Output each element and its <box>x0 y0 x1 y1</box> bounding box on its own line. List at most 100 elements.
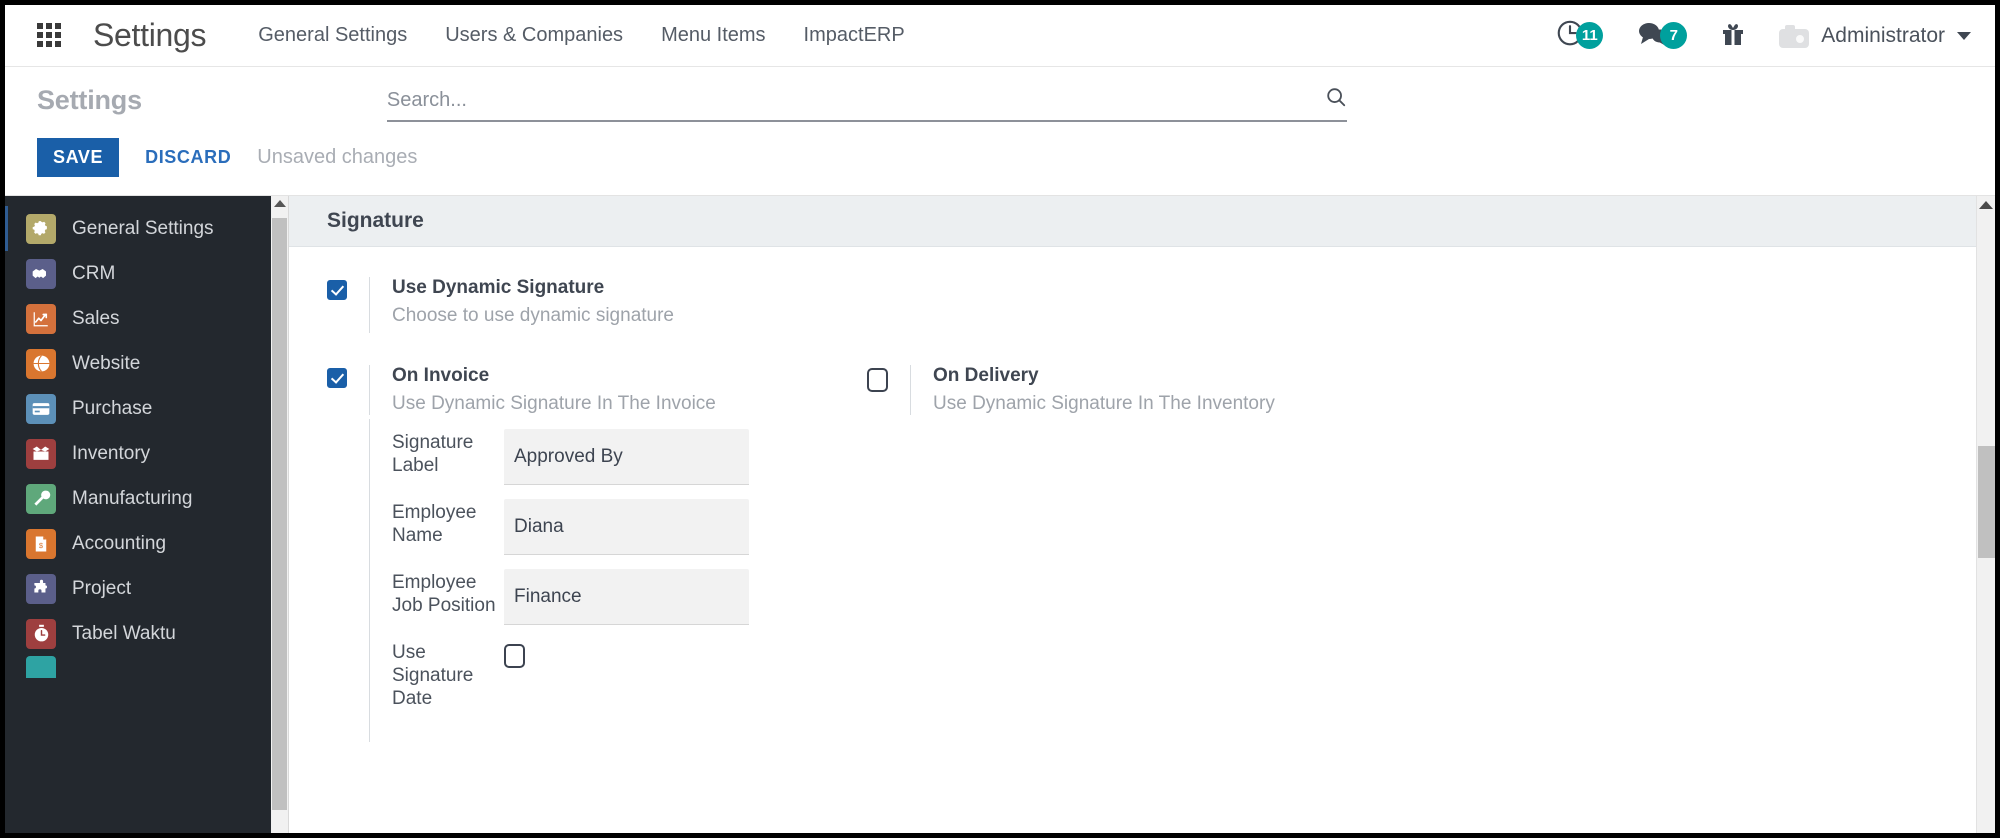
gift-menu[interactable] <box>1721 21 1745 51</box>
employee-job-position-input[interactable] <box>504 569 749 625</box>
sidebar-item-label: Tabel Waktu <box>72 622 176 644</box>
page-body: General Settings CRM Sales Website Purch… <box>5 196 1995 833</box>
sidebar-item-inventory[interactable]: Inventory <box>5 431 288 476</box>
on-invoice-text: On Invoice Use Dynamic Signature In The … <box>369 365 716 415</box>
control-panel-actions: SAVE DISCARD Unsaved changes <box>37 122 1971 195</box>
unsaved-changes-status: Unsaved changes <box>257 146 418 168</box>
sidebar-scroll-thumb[interactable] <box>272 218 287 810</box>
on-delivery-text: On Delivery Use Dynamic Signature In The… <box>910 365 1275 415</box>
setting-on-invoice: On Invoice Use Dynamic Signature In The … <box>327 365 716 415</box>
navbar-menu: General Settings Users & Companies Menu … <box>258 24 904 47</box>
signature-label-input[interactable] <box>504 429 749 485</box>
scroll-up-arrow-icon[interactable] <box>1979 201 1993 209</box>
app-brand-title: Settings <box>93 17 207 53</box>
field-label: Use Signature Date <box>392 642 474 709</box>
use-signature-date-checkbox[interactable] <box>504 644 525 668</box>
setting-title: Use Dynamic Signature <box>392 277 605 298</box>
search-icon[interactable] <box>1325 86 1347 114</box>
sidebar-scrollbar[interactable] <box>271 196 288 833</box>
chevron-down-icon <box>1957 31 1971 40</box>
invoice-icon: $ <box>26 528 56 559</box>
sidebar-item-manufacturing[interactable]: Manufacturing <box>5 476 288 521</box>
field-employee-name: Employee Name <box>392 499 1957 555</box>
sidebar-item-label: General Settings <box>72 217 214 239</box>
use-dynamic-signature-col: Use Dynamic Signature Choose to use dyna… <box>327 277 674 333</box>
credit-card-icon <box>26 393 56 424</box>
line-chart-icon <box>26 303 56 334</box>
settings-content-pane: Signature Use Dynamic Signature Choose t… <box>288 196 1995 833</box>
on-invoice-checkbox[interactable] <box>327 368 347 388</box>
sidebar-item-crm[interactable]: CRM <box>5 251 288 296</box>
user-menu[interactable]: Administrator <box>1779 24 1971 48</box>
on-delivery-checkbox[interactable] <box>867 368 888 392</box>
nav-link-users-companies[interactable]: Users & Companies <box>445 24 623 47</box>
user-name-label: Administrator <box>1821 23 1945 47</box>
sidebar-item-purchase[interactable]: Purchase <box>5 386 288 431</box>
sidebar-item-accounting[interactable]: $ Accounting <box>5 521 288 566</box>
nav-link-impacterp[interactable]: ImpactERP <box>804 24 905 47</box>
page-title: Settings <box>37 85 142 115</box>
discard-button[interactable]: DISCARD <box>145 147 231 168</box>
nav-link-menu-items[interactable]: Menu Items <box>661 24 765 47</box>
save-button[interactable]: SAVE <box>37 138 120 177</box>
sidebar-item-label: Website <box>72 352 141 374</box>
use-dynamic-signature-text: Use Dynamic Signature Choose to use dyna… <box>369 277 674 333</box>
sidebar-item-sales[interactable]: Sales <box>5 296 288 341</box>
search-box[interactable] <box>386 86 1347 122</box>
sidebar-item-label: Project <box>72 577 132 599</box>
field-label: Employee Job Position <box>392 572 496 616</box>
setting-title: On Delivery <box>933 365 1039 386</box>
use-signature-date-wrap <box>504 639 525 673</box>
employee-name-input[interactable] <box>504 499 749 555</box>
content-scrollbar[interactable] <box>1976 196 1995 833</box>
search-input[interactable] <box>386 88 1325 112</box>
field-employee-job-position: Employee Job Position <box>392 569 1957 625</box>
setting-subtitle: Use Dynamic Signature In The Invoice <box>392 393 716 414</box>
activities-menu[interactable]: 11 <box>1555 18 1604 54</box>
scroll-up-arrow-icon[interactable] <box>273 200 286 207</box>
sidebar-item-label: Accounting <box>72 532 167 554</box>
sidebar-item-label: Sales <box>72 307 120 329</box>
sidebar-item-label: Inventory <box>72 442 151 464</box>
setting-subtitle: Use Dynamic Signature In The Inventory <box>933 393 1275 414</box>
navbar-right-tools: 11 7 Administrator <box>1555 18 1971 54</box>
globe-icon <box>26 348 56 379</box>
control-panel: Settings SAVE DISCARD Unsaved changes <box>5 67 1995 196</box>
sidebar-item-general-settings[interactable]: General Settings <box>5 206 288 251</box>
signature-settings-block: Use Dynamic Signature Choose to use dyna… <box>289 247 1995 742</box>
field-label: Signature Label <box>392 432 474 476</box>
activities-badge-count: 11 <box>1576 22 1604 49</box>
sidebar-item-label: CRM <box>72 262 116 284</box>
puzzle-icon <box>26 573 56 604</box>
field-label: Employee Name <box>392 502 477 546</box>
field-use-signature-date: Use Signature Date <box>392 639 1957 710</box>
sidebar-item-label: Purchase <box>72 397 153 419</box>
gear-icon <box>26 213 56 244</box>
gift-icon <box>1721 21 1745 51</box>
field-signature-label: Signature Label <box>392 429 1957 485</box>
stopwatch-icon <box>26 618 56 649</box>
use-dynamic-signature-checkbox[interactable] <box>327 280 347 300</box>
sidebar-item-project[interactable]: Project <box>5 566 288 611</box>
open-box-icon <box>26 438 56 469</box>
top-navbar: Settings General Settings Users & Compan… <box>5 5 1995 67</box>
setting-use-dynamic-signature: Use Dynamic Signature Choose to use dyna… <box>327 277 1957 333</box>
sidebar-item-website[interactable]: Website <box>5 341 288 386</box>
setting-title: On Invoice <box>392 365 490 386</box>
sidebar-item-partial[interactable] <box>5 656 288 678</box>
sidebar-item-label: Manufacturing <box>72 487 193 509</box>
sidebar-item-tabel-waktu[interactable]: Tabel Waktu <box>5 611 288 656</box>
settings-sidebar: General Settings CRM Sales Website Purch… <box>5 196 288 833</box>
setting-subtitle: Choose to use dynamic signature <box>392 305 674 326</box>
camera-avatar-icon <box>1779 24 1810 48</box>
messages-badge-count: 7 <box>1660 22 1688 49</box>
control-panel-top-row: Settings <box>37 67 1971 122</box>
invoice-signature-fields: Signature Label Employee Name Employee J… <box>369 419 1957 742</box>
apps-grid-icon[interactable] <box>37 22 63 49</box>
settings-app-window: Settings General Settings Users & Compan… <box>0 0 2000 838</box>
nav-link-general-settings[interactable]: General Settings <box>258 24 407 47</box>
section-title-signature: Signature <box>289 196 1995 247</box>
messages-menu[interactable]: 7 <box>1637 20 1688 52</box>
wrench-icon <box>26 483 56 514</box>
content-scroll-thumb[interactable] <box>1978 446 1995 558</box>
